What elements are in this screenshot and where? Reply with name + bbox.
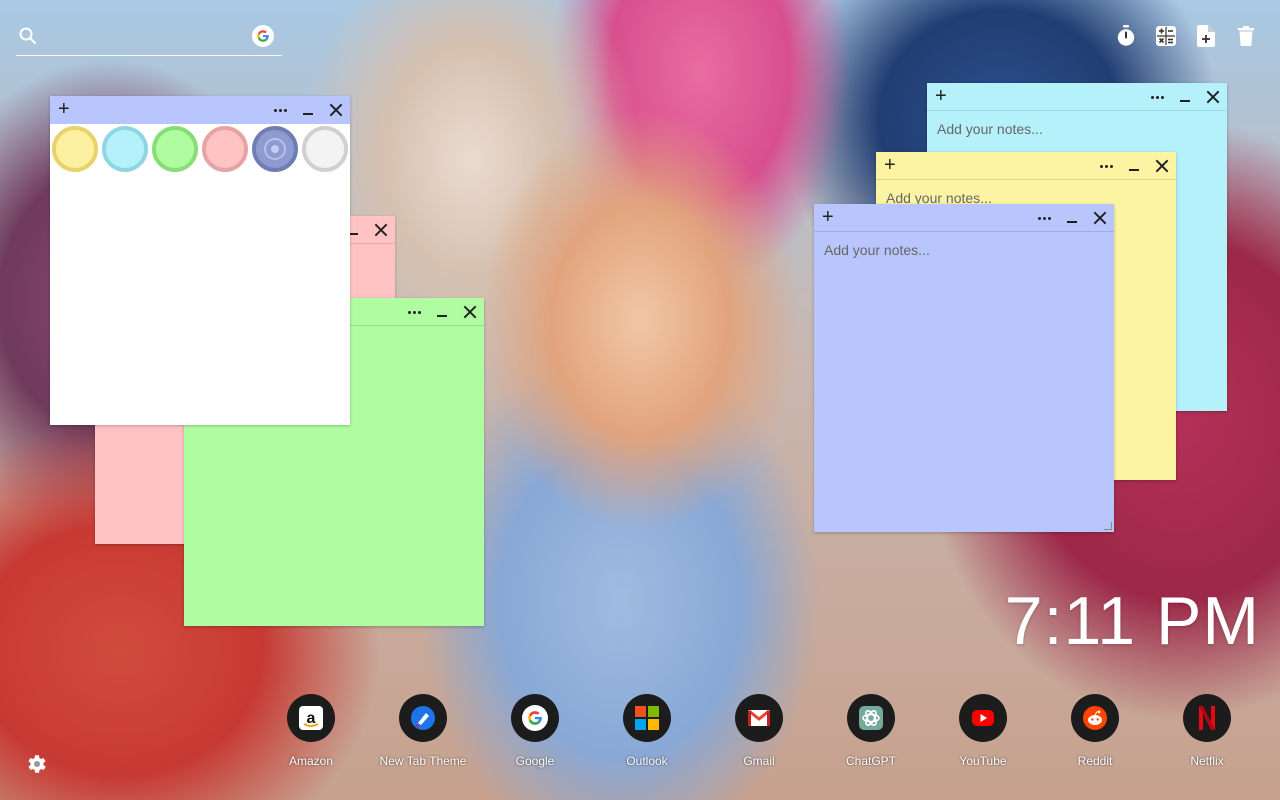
reddit-icon [1083, 706, 1107, 730]
close-icon[interactable] [1093, 211, 1107, 225]
close-icon[interactable] [374, 223, 388, 237]
color-swatch-pink[interactable] [202, 126, 248, 172]
gear-icon[interactable] [24, 752, 48, 776]
search-icon[interactable] [18, 26, 38, 46]
more-options-icon[interactable] [1100, 164, 1113, 168]
shortcut-label: YouTube [959, 754, 1007, 768]
sticky-note-blue[interactable]: + Add your notes... [814, 204, 1114, 532]
youtube-icon [972, 710, 994, 726]
color-swatch-green[interactable] [152, 126, 198, 172]
shortcut-youtube[interactable]: YouTube [938, 694, 1028, 768]
color-picker [50, 124, 350, 425]
shortcut-label: Outlook [626, 754, 668, 768]
shortcut-label: Gmail [743, 754, 775, 768]
search-bar [16, 24, 282, 56]
trash-icon[interactable] [1236, 24, 1256, 48]
add-note-button[interactable]: + [935, 85, 947, 107]
close-icon[interactable] [1155, 159, 1169, 173]
note-placeholder: Add your notes... [824, 242, 930, 258]
more-options-icon[interactable] [408, 310, 421, 314]
calculator-icon[interactable] [1156, 24, 1176, 48]
shortcut-gmail[interactable]: Gmail [714, 694, 804, 768]
google-icon [522, 705, 548, 731]
close-icon[interactable] [463, 305, 477, 319]
more-options-icon[interactable] [1038, 216, 1051, 220]
color-swatch-cyan[interactable] [102, 126, 148, 172]
shortcut-label: ChatGPT [845, 754, 896, 768]
minimize-icon[interactable] [1180, 100, 1190, 102]
netflix-icon [1199, 706, 1215, 730]
add-note-button[interactable]: + [58, 98, 70, 120]
minimize-icon[interactable] [303, 113, 313, 115]
shortcut-amazon[interactable]: a Amazon [266, 694, 356, 768]
search-input[interactable] [46, 24, 246, 50]
svg-text:a: a [307, 710, 316, 727]
minimize-icon[interactable] [1067, 221, 1077, 223]
shortcut-label: Reddit [1077, 754, 1113, 768]
more-options-icon[interactable] [1151, 95, 1164, 99]
note-toolbar: + [927, 83, 1227, 111]
top-toolbar [1116, 24, 1256, 48]
color-swatch-white[interactable] [302, 126, 348, 172]
new-tab-theme-icon [411, 706, 435, 730]
note-placeholder: Add your notes... [937, 121, 1043, 137]
shortcut-chatgpt[interactable]: ChatGPT [826, 694, 916, 768]
sticky-note-color-picker[interactable]: + [50, 96, 350, 425]
add-note-button[interactable]: + [822, 206, 834, 228]
resize-handle[interactable] [1104, 522, 1112, 530]
close-icon[interactable] [329, 103, 343, 117]
chatgpt-icon [859, 706, 883, 730]
note-toolbar: + [814, 204, 1114, 232]
add-document-icon[interactable] [1196, 24, 1216, 48]
gmail-icon [748, 709, 770, 726]
amazon-icon: a [299, 706, 323, 730]
stopwatch-icon[interactable] [1116, 24, 1136, 48]
outlook-icon [635, 706, 659, 730]
shortcut-label: New Tab Theme [379, 754, 467, 768]
google-icon[interactable] [252, 25, 274, 47]
minimize-icon[interactable] [437, 315, 447, 317]
note-body[interactable]: Add your notes... [814, 232, 1114, 532]
shortcut-label: Amazon [288, 754, 334, 768]
shortcut-netflix[interactable]: Netflix [1162, 694, 1252, 768]
note-toolbar: + [50, 96, 350, 124]
shortcut-reddit[interactable]: Reddit [1050, 694, 1140, 768]
close-icon[interactable] [1206, 90, 1220, 104]
color-swatch-blue-selected[interactable] [252, 126, 298, 172]
shortcut-label: Netflix [1190, 754, 1224, 768]
shortcut-dock: a Amazon New Tab Theme Google Outlook Gm… [266, 694, 1246, 774]
more-options-icon[interactable] [274, 108, 287, 112]
color-swatch-yellow[interactable] [52, 126, 98, 172]
clock: 7:11 PM [1004, 583, 1260, 659]
note-toolbar: + [876, 152, 1176, 180]
add-note-button[interactable]: + [884, 154, 896, 176]
shortcut-new-tab-theme[interactable]: New Tab Theme [378, 694, 468, 768]
minimize-icon[interactable] [1129, 169, 1139, 171]
shortcut-label: Google [515, 754, 555, 768]
shortcut-google[interactable]: Google [490, 694, 580, 768]
shortcut-outlook[interactable]: Outlook [602, 694, 692, 768]
